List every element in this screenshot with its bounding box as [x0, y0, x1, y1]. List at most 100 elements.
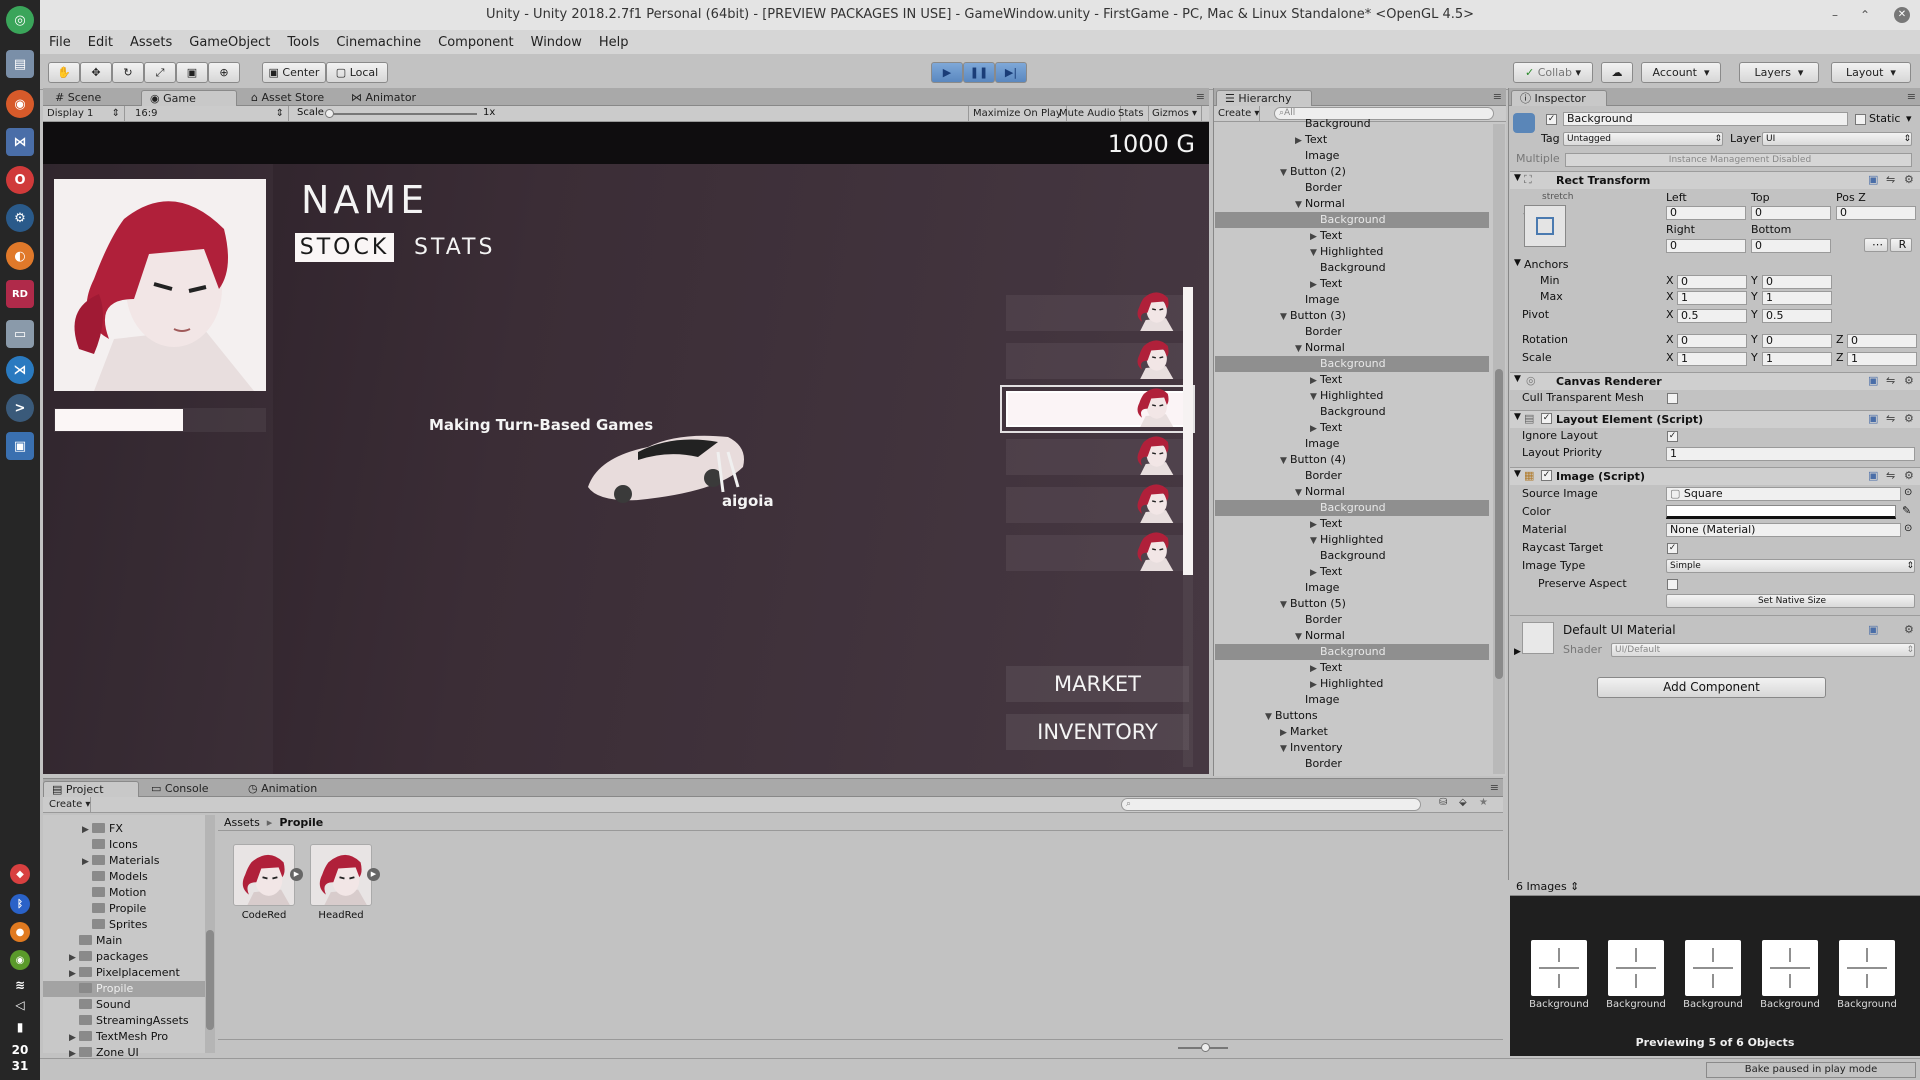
foldout-right-icon[interactable]: ▶ [1514, 647, 1521, 657]
hierarchy-item[interactable]: ▼ Normal [1295, 484, 1345, 500]
hierarchy-item[interactable]: Image [1295, 292, 1339, 308]
project-folder-item[interactable]: ▶ Pixelplacement [69, 965, 180, 981]
filter-type-icon[interactable]: ⛁ [1439, 797, 1447, 808]
help-icon[interactable]: ▣ [1868, 412, 1878, 425]
shader-dropdown[interactable]: UI/Default ⇕ [1611, 643, 1915, 657]
layout-element-enabled-checkbox[interactable]: ✓ [1541, 413, 1552, 424]
cloud-button[interactable]: ☁ [1601, 62, 1633, 83]
foldout-right-icon[interactable]: ▶ [69, 966, 79, 982]
hierarchy-item[interactable]: ▼ Button (4) [1280, 452, 1346, 468]
project-folder-item[interactable]: ▶ FX [82, 821, 123, 837]
foldout-right-icon[interactable]: ▶ [82, 854, 92, 870]
gear-icon[interactable]: ⚙ [1904, 412, 1914, 425]
favorite-star-icon[interactable]: ★ [1479, 797, 1488, 808]
gear-icon[interactable]: ⚙ [1904, 469, 1914, 482]
rotation-y-input[interactable]: 0 [1762, 334, 1832, 348]
hierarchy-create-button[interactable]: Create ▾ [1214, 106, 1260, 121]
bake-status[interactable]: Bake paused in play mode [1706, 1062, 1916, 1078]
ignore-layout-checkbox[interactable]: ✓ [1667, 431, 1678, 442]
foldout-down-icon[interactable]: ▼ [1295, 341, 1305, 357]
hierarchy-item[interactable]: ▼ Button (5) [1280, 596, 1346, 612]
hierarchy-item[interactable]: ▼ Highlighted [1310, 532, 1383, 548]
tab-hierarchy[interactable]: ☰ Hierarchy [1216, 90, 1312, 106]
static-checkbox[interactable] [1855, 114, 1866, 125]
preserve-aspect-checkbox[interactable] [1667, 579, 1678, 590]
help-icon[interactable]: ▣ [1868, 374, 1878, 387]
foldout-right-icon[interactable]: ▶ [1310, 677, 1320, 693]
hierarchy-item[interactable]: Background [1295, 116, 1371, 132]
foldout-right-icon[interactable]: ▶ [1310, 421, 1320, 437]
battery-icon[interactable]: ▮ [10, 1018, 30, 1036]
posz-input[interactable]: 0 [1836, 206, 1916, 220]
hierarchy-item[interactable]: ▶ Text [1310, 276, 1342, 292]
scale-tool-icon[interactable]: ⤢ [144, 62, 176, 83]
presets-icon[interactable]: ⇋ [1886, 412, 1895, 425]
account-dropdown[interactable]: Account ▾ [1641, 62, 1721, 83]
clock[interactable]: 20 31 [0, 1042, 40, 1074]
layout-priority-input[interactable]: 1 [1666, 447, 1915, 461]
close-icon[interactable]: ✕ [1894, 7, 1910, 23]
raw-edit-button[interactable]: R [1890, 238, 1912, 252]
hierarchy-item[interactable]: Image [1295, 436, 1339, 452]
inventory-button[interactable]: INVENTORY [1006, 714, 1189, 750]
panel-menu-icon[interactable]: ≡ [1490, 781, 1499, 794]
layer-dropdown[interactable]: UI ⇕ [1762, 132, 1912, 146]
hierarchy-item[interactable]: Background [1310, 260, 1386, 276]
mute-audio-button[interactable]: Mute Audio [1055, 106, 1121, 121]
hierarchy-item[interactable]: ▶ Text [1310, 372, 1342, 388]
foldout-down-icon[interactable]: ▼ [1295, 485, 1305, 501]
layout-element-header[interactable]: Layout Element (Script) [1510, 410, 1920, 428]
help-icon[interactable]: ▣ [1868, 173, 1878, 186]
hierarchy-item[interactable]: ▼ Buttons [1265, 708, 1318, 724]
hierarchy-item[interactable]: ▼ Normal [1295, 628, 1345, 644]
foldout-right-icon[interactable]: ▶ [1310, 229, 1320, 245]
foldout-down-icon[interactable]: ▼ [1295, 629, 1305, 645]
chevron-down-icon[interactable]: ▾ [1906, 112, 1912, 125]
hierarchy-item[interactable]: Image [1295, 692, 1339, 708]
hierarchy-item[interactable]: ▼ Normal [1295, 340, 1345, 356]
min-y-input[interactable]: 0 [1762, 275, 1832, 289]
icon-size-slider-thumb[interactable] [1201, 1043, 1210, 1052]
menu-help[interactable]: Help [599, 35, 629, 50]
firefox-icon[interactable]: ● [10, 922, 30, 942]
project-create-button[interactable]: Create ▾ [45, 797, 91, 812]
aspect-dropdown[interactable]: 16:9 ⇕ [131, 106, 289, 121]
hierarchy-item[interactable]: ▶ Text [1310, 516, 1342, 532]
rect-transform-header[interactable]: Rect Transform [1510, 171, 1920, 189]
stock-scrollbar[interactable] [1183, 287, 1193, 575]
image-enabled-checkbox[interactable]: ✓ [1541, 470, 1552, 481]
top-input[interactable]: 0 [1751, 206, 1831, 220]
display-dropdown[interactable]: Display 1 ⇕ [43, 106, 125, 121]
hierarchy-item[interactable]: ▶ Highlighted [1310, 676, 1383, 692]
tree-scrollbar[interactable] [205, 815, 215, 1053]
scale-slider-thumb[interactable] [325, 109, 334, 118]
stats-button[interactable]: Stats [1114, 106, 1149, 121]
gear-icon[interactable]: ⚙ [1904, 374, 1914, 387]
foldout-down-icon[interactable]: ▼ [1280, 597, 1290, 613]
hand-tool-icon[interactable]: ✋ [48, 62, 80, 83]
menu-file[interactable]: File [49, 35, 71, 50]
hierarchy-item[interactable]: Image [1295, 148, 1339, 164]
hierarchy-item[interactable]: Background [1310, 356, 1386, 372]
hierarchy-item[interactable]: ▶ Text [1295, 132, 1327, 148]
hierarchy-item[interactable]: ▶ Market [1280, 724, 1328, 740]
panel-menu-icon[interactable]: ≡ [1493, 90, 1502, 103]
maximize-on-play-button[interactable]: Maximize On Play [968, 106, 1067, 121]
project-folder-item[interactable]: ▶ packages [69, 949, 148, 965]
hierarchy-item[interactable]: ▶ Text [1310, 660, 1342, 676]
scale-y-input[interactable]: 1 [1762, 352, 1832, 366]
max-x-input[interactable]: 1 [1677, 291, 1747, 305]
cull-checkbox[interactable] [1667, 393, 1678, 404]
panel-menu-icon[interactable]: ≡ [1907, 90, 1916, 103]
tab-scene[interactable]: # Scene [47, 90, 109, 106]
object-picker-icon[interactable]: ⊙ [1904, 523, 1912, 534]
tab-game[interactable]: ◉ Game [141, 90, 237, 106]
menu-tools[interactable]: Tools [287, 35, 319, 50]
gear-icon[interactable]: ⚙ [1904, 173, 1914, 186]
foldout-down-icon[interactable]: ▼ [1310, 533, 1320, 549]
foldout-right-icon[interactable]: ▶ [1310, 661, 1320, 677]
asset-thumbnail[interactable] [310, 844, 372, 906]
foldout-down-icon[interactable]: ▼ [1514, 258, 1521, 268]
hierarchy-item[interactable]: Background [1310, 212, 1386, 228]
presets-icon[interactable]: ⇋ [1886, 469, 1895, 482]
